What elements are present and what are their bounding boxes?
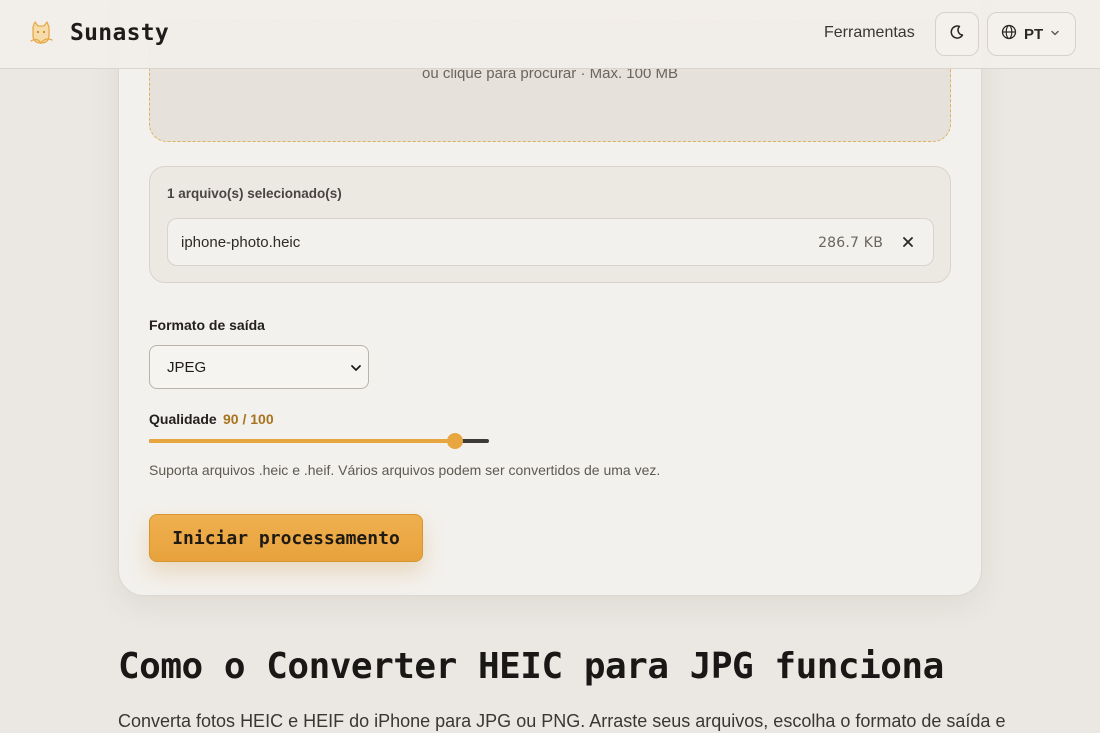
- chevron-down-icon: [350, 361, 362, 379]
- format-selected-value: JPEG: [167, 359, 207, 376]
- file-size: 286.7 KB: [818, 235, 883, 251]
- cat-logo-icon[interactable]: [27, 19, 55, 47]
- file-name: iphone-photo.heic: [181, 234, 301, 251]
- language-selector[interactable]: PT: [987, 12, 1076, 56]
- top-header: Sunasty Ferramentas PT: [0, 0, 1100, 69]
- close-icon[interactable]: [899, 233, 917, 251]
- start-processing-button[interactable]: Iniciar processamento: [149, 514, 423, 562]
- globe-icon: [1001, 24, 1017, 45]
- brand-name[interactable]: Sunasty: [70, 20, 169, 46]
- slider-thumb[interactable]: [447, 433, 463, 449]
- theme-toggle-button[interactable]: [935, 12, 979, 56]
- slider-fill: [149, 439, 455, 443]
- nav-tools-link[interactable]: Ferramentas: [824, 24, 915, 42]
- quality-value: 90 / 100: [223, 411, 274, 427]
- file-list-item: iphone-photo.heic 286.7 KB: [167, 218, 934, 266]
- section-text: Converta fotos HEIC e HEIF do iPhone par…: [118, 711, 1006, 731]
- quality-slider[interactable]: [149, 432, 489, 450]
- output-format-select[interactable]: JPEG: [149, 345, 369, 389]
- moon-icon: [949, 24, 965, 45]
- quality-label: Qualidade: [149, 411, 217, 427]
- selected-files-count: 1 arquivo(s) selecionado(s): [167, 186, 342, 201]
- start-button-label: Iniciar processamento: [172, 527, 400, 549]
- chevron-down-icon: [1050, 25, 1060, 43]
- section-title: Como o Converter HEIC para JPG funciona: [118, 646, 944, 687]
- language-label: PT: [1024, 25, 1044, 43]
- selected-files-panel: 1 arquivo(s) selecionado(s) iphone-photo…: [149, 166, 951, 283]
- format-label: Formato de saída: [149, 317, 265, 333]
- helper-text: Suporta arquivos .heic e .heif. Vários a…: [149, 462, 661, 478]
